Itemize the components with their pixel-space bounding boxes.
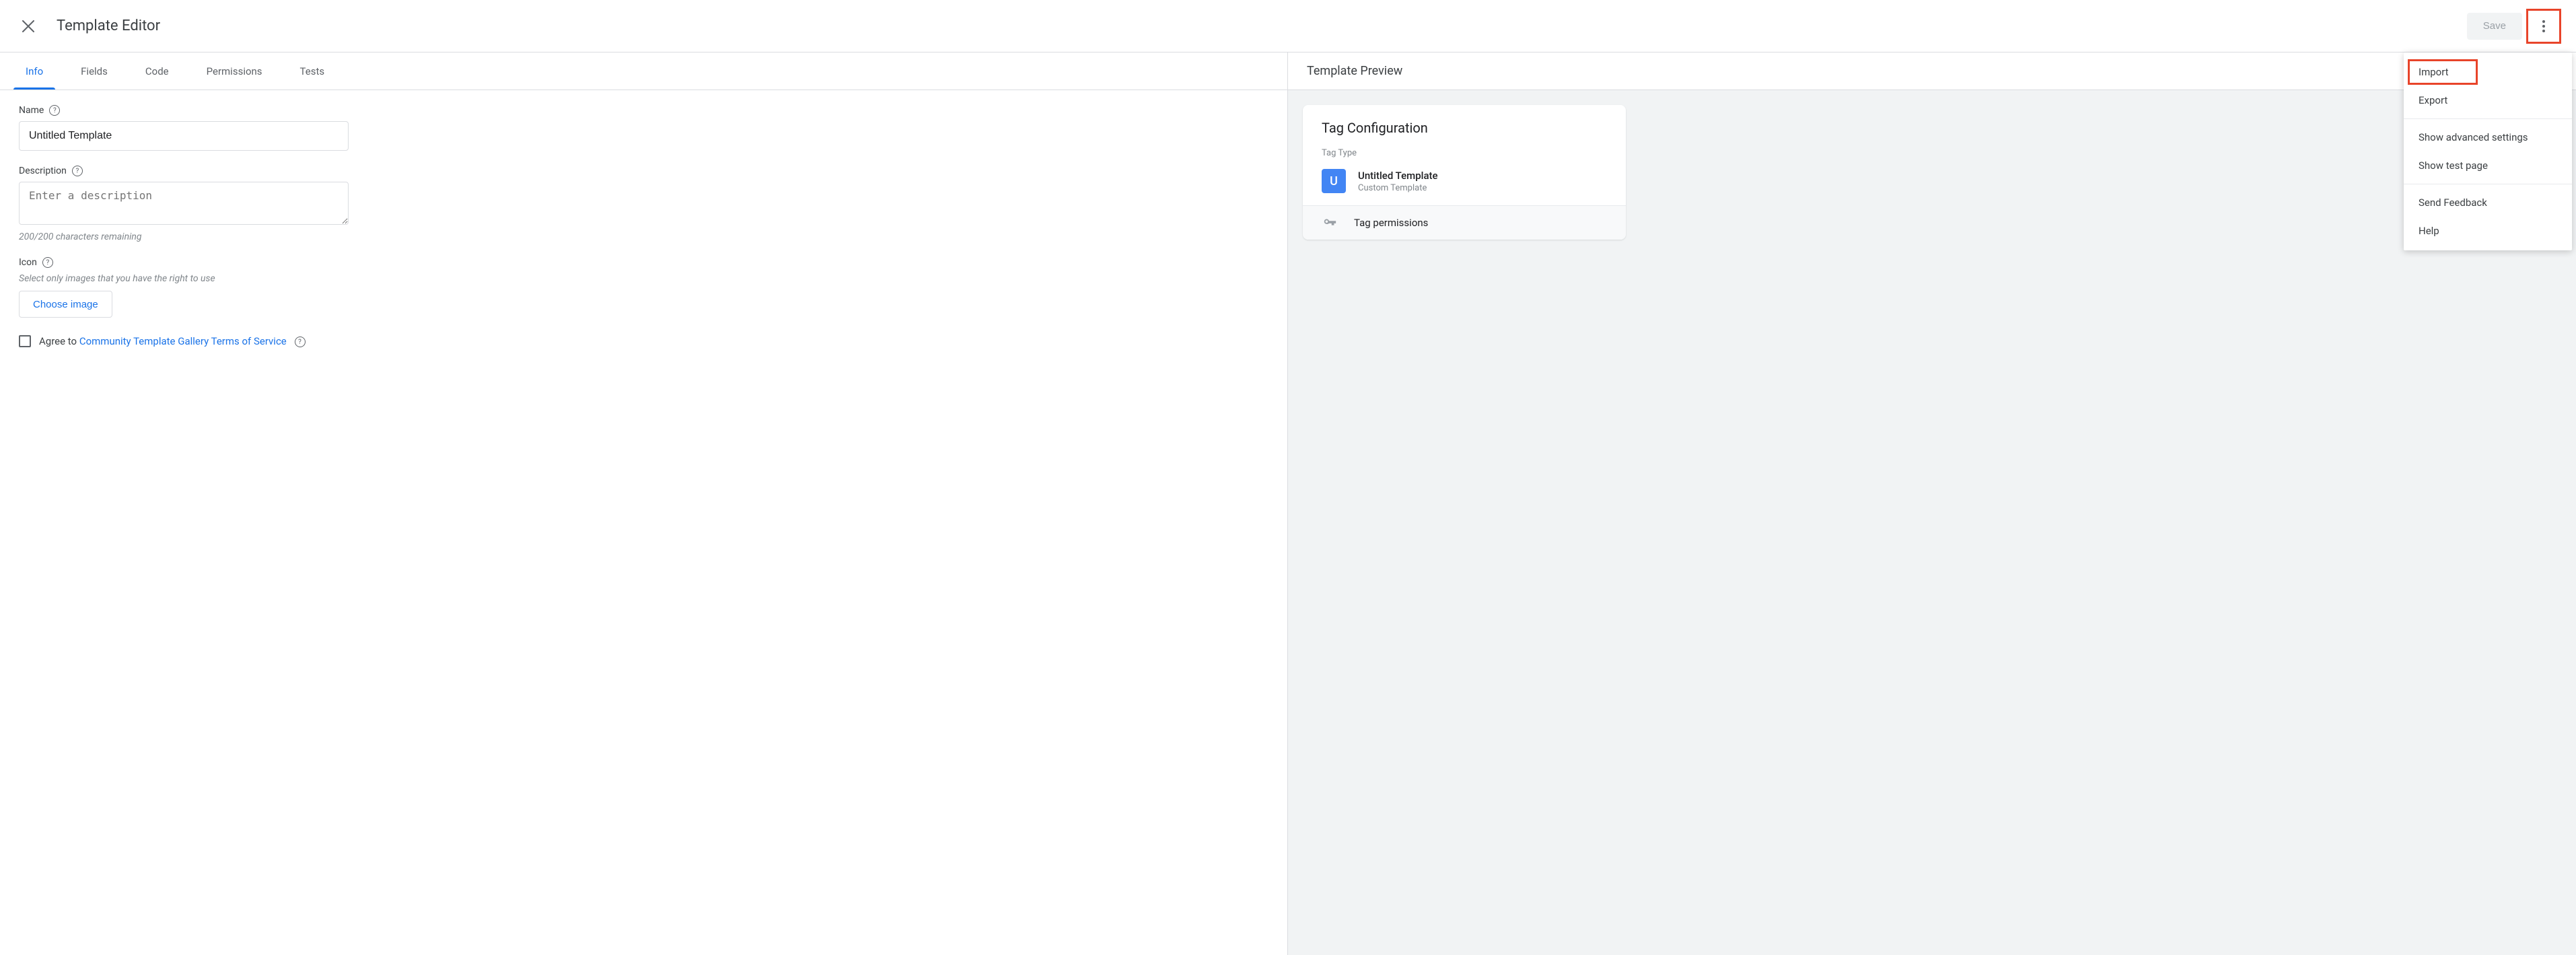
terms-link[interactable]: Community Template Gallery Terms of Serv… [79, 335, 287, 347]
menu-export[interactable]: Export [2404, 86, 2572, 114]
tag-type-label: Tag Type [1322, 148, 1607, 158]
permissions-label: Tag permissions [1354, 217, 1428, 229]
help-icon[interactable]: ? [72, 166, 83, 176]
more-options-menu: Import Export Show advanced settings Sho… [2404, 52, 2572, 250]
tab-fields[interactable]: Fields [62, 52, 127, 90]
tag-type-row[interactable]: U Untitled Template Custom Template [1322, 165, 1607, 205]
template-name: Untitled Template [1358, 170, 1438, 182]
help-icon[interactable]: ? [295, 337, 306, 347]
card-title: Tag Configuration [1322, 120, 1607, 136]
preview-panel: Template Preview Tag Configuration Tag T… [1288, 52, 2576, 955]
menu-separator [2404, 118, 2572, 119]
name-input[interactable] [19, 121, 349, 151]
tag-permissions-row[interactable]: Tag permissions [1303, 205, 1626, 240]
template-subtitle: Custom Template [1358, 183, 1438, 193]
tag-config-card: Tag Configuration Tag Type U Untitled Te… [1303, 105, 1626, 240]
tab-tests[interactable]: Tests [281, 52, 344, 90]
agree-prefix: Agree to [39, 335, 79, 347]
key-icon [1318, 215, 1342, 230]
icon-label: Icon [19, 257, 37, 268]
name-label: Name [19, 105, 44, 116]
save-button[interactable]: Save [2467, 13, 2522, 40]
description-input[interactable] [19, 182, 349, 225]
menu-import-label: Import [2419, 66, 2449, 78]
menu-help[interactable]: Help [2404, 217, 2572, 245]
tab-info[interactable]: Info [7, 52, 62, 90]
menu-advanced-settings[interactable]: Show advanced settings [2404, 123, 2572, 151]
agree-text: Agree to Community Template Gallery Term… [39, 335, 306, 347]
preview-header: Template Preview [1288, 52, 2576, 90]
editor-panel: Info Fields Code Permissions Tests Name … [0, 52, 1288, 955]
tab-bar: Info Fields Code Permissions Tests [0, 52, 1287, 90]
menu-import[interactable]: Import [2404, 58, 2572, 86]
menu-test-page[interactable]: Show test page [2404, 151, 2572, 180]
tab-permissions[interactable]: Permissions [188, 52, 281, 90]
more-options-button[interactable] [2530, 13, 2557, 40]
agree-checkbox[interactable] [19, 335, 31, 347]
description-label: Description [19, 166, 67, 176]
choose-image-button[interactable]: Choose image [19, 291, 112, 318]
description-helper: 200/200 characters remaining [19, 232, 1268, 242]
icon-helper: Select only images that you have the rig… [19, 273, 1268, 284]
app-header: Template Editor Save [0, 0, 2576, 52]
tab-code[interactable]: Code [127, 52, 188, 90]
help-icon[interactable]: ? [49, 105, 60, 116]
close-icon[interactable] [19, 17, 38, 36]
menu-feedback[interactable]: Send Feedback [2404, 188, 2572, 217]
template-badge: U [1322, 169, 1346, 193]
help-icon[interactable]: ? [42, 257, 53, 268]
page-title: Template Editor [57, 17, 2467, 34]
